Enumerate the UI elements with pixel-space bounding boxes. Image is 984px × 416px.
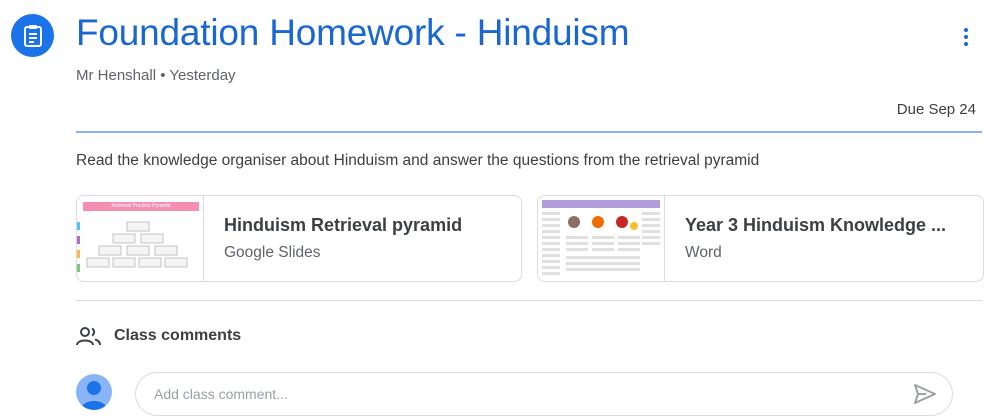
attachment-title: Year 3 Hinduism Knowledge ... bbox=[685, 215, 947, 235]
attachment-type: Word bbox=[685, 244, 722, 261]
comment-input[interactable] bbox=[152, 385, 876, 403]
attachment-title: Hinduism Retrieval pyramid bbox=[224, 215, 463, 235]
attachment-card-word[interactable]: Year 3 Hinduism Knowledge ... Word bbox=[537, 195, 984, 282]
assignment-icon bbox=[11, 14, 54, 57]
assignment-title: Foundation Homework - Hinduism bbox=[76, 12, 630, 53]
class-comments-label: Class comments bbox=[114, 327, 242, 344]
header-divider bbox=[76, 131, 982, 133]
author-name: Mr Henshall bbox=[76, 67, 157, 84]
comment-box bbox=[135, 372, 953, 416]
class-comments-header: Class comments bbox=[76, 325, 241, 347]
attachment-card-slides[interactable]: Retrieval Practice Pyramid Hinduism Retr… bbox=[76, 195, 522, 282]
assignment-meta: Mr Henshall • Yesterday bbox=[76, 67, 236, 84]
people-icon bbox=[76, 327, 101, 346]
send-icon bbox=[914, 384, 936, 404]
assignment-instructions: Read the knowledge organiser about Hindu… bbox=[76, 152, 760, 169]
posted-date: Yesterday bbox=[169, 67, 236, 84]
attachment-type: Google Slides bbox=[224, 244, 321, 261]
due-date: Due Sep 24 bbox=[896, 101, 976, 118]
more-options-button[interactable] bbox=[954, 24, 978, 50]
more-vert-icon bbox=[964, 28, 968, 32]
slides-thumbnail: Retrieval Practice Pyramid bbox=[77, 196, 204, 281]
section-divider bbox=[76, 300, 982, 301]
meta-separator: • bbox=[160, 67, 166, 84]
word-thumbnail bbox=[538, 196, 665, 281]
send-button[interactable] bbox=[912, 381, 938, 407]
avatar bbox=[76, 374, 112, 410]
